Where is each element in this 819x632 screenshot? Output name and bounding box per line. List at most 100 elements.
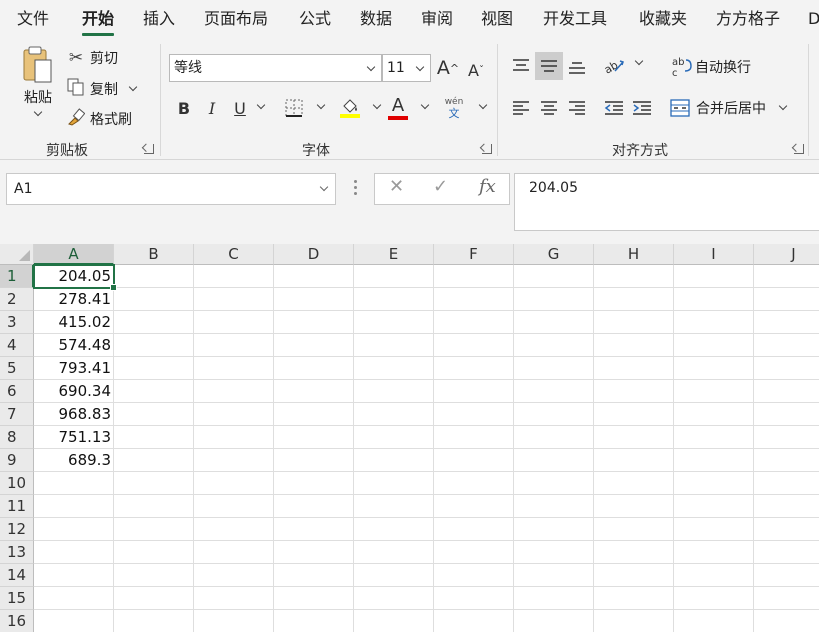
alignment-launcher-icon[interactable] (794, 144, 804, 154)
worksheet-grid[interactable]: A B C D E F G H I J 1 2 3 4 5 6 7 8 9 10 11 12 13 14 15 16 204.05 2… (0, 244, 819, 632)
tab-file[interactable]: 文件 (17, 0, 49, 38)
row-header-15[interactable]: 15 (0, 587, 34, 610)
tab-home-label: 开始 (82, 9, 115, 28)
cell-a3[interactable]: 415.02 (34, 311, 114, 333)
borders-button[interactable] (280, 94, 308, 122)
tab-insert[interactable]: 插入 (143, 0, 175, 38)
tab-view[interactable]: 视图 (481, 0, 513, 38)
phonetic-dropdown-icon[interactable] (478, 100, 488, 110)
enter-icon[interactable]: ✓ (433, 176, 448, 197)
column-header-c[interactable]: C (194, 244, 274, 265)
tab-fangfang-gezi[interactable]: 方方格子 (716, 0, 780, 38)
copy-button[interactable]: 复制 (66, 78, 138, 100)
cell-a5[interactable]: 793.41 (34, 357, 114, 379)
tab-page-layout[interactable]: 页面布局 (204, 0, 268, 38)
font-size-select[interactable]: 11 (382, 54, 431, 82)
row-header-4[interactable]: 4 (0, 334, 34, 357)
tab-formulas[interactable]: 公式 (299, 0, 331, 38)
increase-font-size-button[interactable]: A ^ (434, 54, 462, 82)
active-cell-selection[interactable] (33, 264, 117, 291)
select-all-button[interactable] (0, 244, 34, 265)
align-middle-button[interactable] (535, 52, 563, 80)
row-header-8[interactable]: 8 (0, 426, 34, 449)
row-header-6[interactable]: 6 (0, 380, 34, 403)
cell-a7[interactable]: 968.83 (34, 403, 114, 425)
underline-button[interactable]: U (226, 94, 254, 122)
gridline (34, 287, 819, 288)
format-painter-button[interactable]: 格式刷 (66, 108, 132, 130)
svg-text:c: c (672, 68, 678, 78)
insert-function-icon[interactable]: fx (479, 176, 496, 197)
column-header-j[interactable]: J (754, 244, 819, 265)
orientation-dropdown-icon[interactable] (634, 56, 644, 66)
cell-a6[interactable]: 690.34 (34, 380, 114, 402)
column-header-a[interactable]: A (34, 244, 114, 265)
row-header-5[interactable]: 5 (0, 357, 34, 380)
tab-favorites[interactable]: 收藏夹 (639, 0, 687, 38)
font-size-value: 11 (387, 60, 405, 76)
gridline (34, 609, 819, 610)
tab-developer[interactable]: 开发工具 (543, 0, 607, 38)
column-header-i[interactable]: I (674, 244, 754, 265)
name-box[interactable]: A1 (6, 173, 336, 205)
cell-a9[interactable]: 689.3 (34, 449, 114, 471)
column-header-d[interactable]: D (274, 244, 354, 265)
row-header-10[interactable]: 10 (0, 472, 34, 495)
align-bottom-button[interactable] (563, 52, 591, 80)
cell-a8[interactable]: 751.13 (34, 426, 114, 448)
increase-indent-button[interactable] (628, 94, 656, 122)
row-header-12[interactable]: 12 (0, 518, 34, 541)
row-header-14[interactable]: 14 (0, 564, 34, 587)
row-header-9[interactable]: 9 (0, 449, 34, 472)
row-header-3[interactable]: 3 (0, 311, 34, 334)
column-header-f[interactable]: F (434, 244, 514, 265)
gridline (34, 563, 819, 564)
fill-color-dropdown-icon[interactable] (372, 100, 382, 110)
font-color-button[interactable]: A (384, 94, 412, 122)
align-center-button[interactable] (535, 94, 563, 122)
column-header-e[interactable]: E (354, 244, 434, 265)
row-header-11[interactable]: 11 (0, 495, 34, 518)
bold-button[interactable]: B (170, 94, 198, 122)
borders-dropdown-icon[interactable] (316, 100, 326, 110)
clipboard-launcher-icon[interactable] (144, 144, 154, 154)
cut-button[interactable]: ✂ 剪切 (66, 48, 118, 68)
align-left-button[interactable] (507, 94, 535, 122)
formula-input[interactable]: 204.05 (514, 173, 819, 231)
font-color-dropdown-icon[interactable] (420, 100, 430, 110)
column-header-h[interactable]: H (594, 244, 674, 265)
underline-dropdown-icon[interactable] (256, 100, 266, 110)
row-header-1[interactable]: 1 (0, 265, 34, 288)
decrease-indent-icon (604, 101, 623, 115)
tab-review[interactable]: 审阅 (421, 0, 453, 38)
phonetic-guide-button[interactable]: wén 文 (440, 94, 468, 122)
clipboard-group-label: 剪贴板 (46, 143, 88, 159)
formula-bar-grip-icon[interactable] (354, 180, 358, 198)
row-header-2[interactable]: 2 (0, 288, 34, 311)
cancel-icon[interactable]: ✕ (389, 176, 404, 197)
align-right-button[interactable] (563, 94, 591, 122)
fill-color-button[interactable] (336, 94, 364, 122)
paste-button[interactable]: 粘贴 (18, 46, 58, 117)
italic-button[interactable]: I (198, 94, 226, 122)
tab-home[interactable]: 开始 (82, 0, 115, 38)
wrap-text-button[interactable]: ab c 自动换行 (672, 56, 751, 78)
tab-overflow[interactable]: D (808, 0, 819, 38)
column-header-g[interactable]: G (514, 244, 594, 265)
decrease-indent-button[interactable] (600, 94, 628, 122)
row-header-7[interactable]: 7 (0, 403, 34, 426)
font-launcher-icon[interactable] (482, 144, 492, 154)
row-header-13[interactable]: 13 (0, 541, 34, 564)
merge-center-label: 合并后居中 (696, 101, 766, 117)
font-family-select[interactable]: 等线 (169, 54, 382, 82)
cell-a4[interactable]: 574.48 (34, 334, 114, 356)
decrease-font-icon: A (468, 60, 479, 80)
row-header-16[interactable]: 16 (0, 610, 34, 632)
decrease-font-size-button[interactable]: Aˇ (462, 56, 490, 84)
cell-a2[interactable]: 278.41 (34, 288, 114, 310)
tab-data[interactable]: 数据 (360, 0, 392, 38)
column-header-b[interactable]: B (114, 244, 194, 265)
align-top-button[interactable] (507, 52, 535, 80)
merge-center-button[interactable]: 合并后居中 (670, 98, 788, 118)
orientation-button[interactable]: ab (600, 52, 628, 80)
